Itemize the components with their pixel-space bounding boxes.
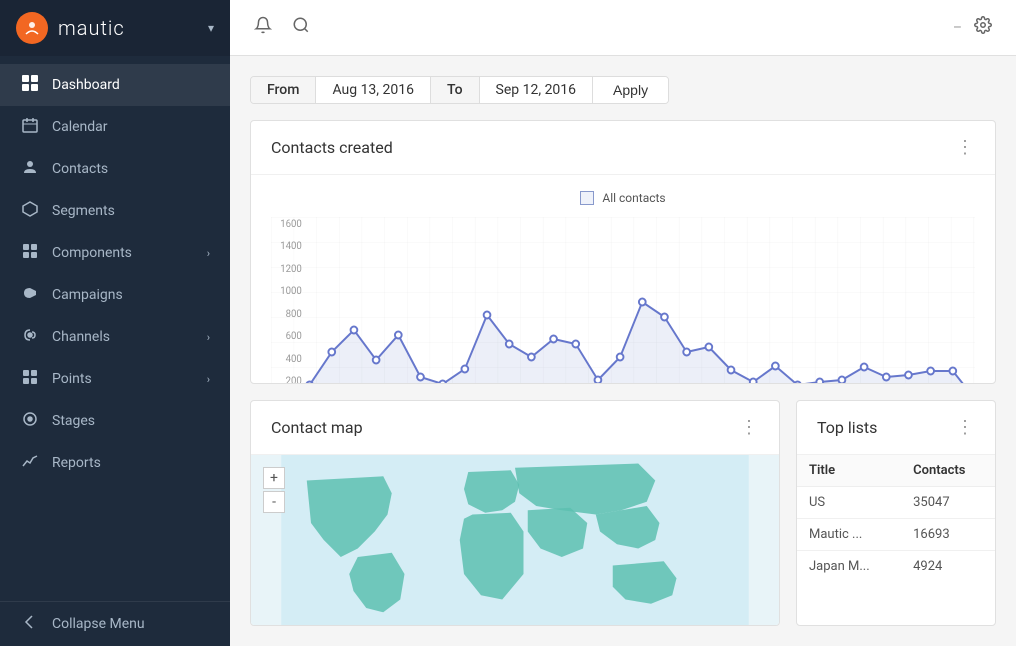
sidebar-item-stages[interactable]: Stages	[0, 400, 230, 442]
contacts-created-menu-icon[interactable]: ⋮	[956, 137, 975, 158]
chart-legend: All contacts	[271, 191, 975, 205]
sidebar-item-reports[interactable]: Reports	[0, 442, 230, 484]
collapse-menu-label: Collapse Menu	[52, 616, 145, 632]
contacts-created-title: Contacts created	[271, 138, 393, 157]
topbar: –	[230, 0, 1016, 56]
col-title-header: Title	[797, 455, 901, 487]
sidebar-item-segments-label: Segments	[52, 203, 115, 219]
row-contacts: 35047	[901, 487, 995, 519]
svg-text:1600: 1600	[280, 219, 302, 230]
row-title: Japan M...	[797, 551, 901, 583]
settings-icon[interactable]	[970, 12, 996, 43]
sidebar-item-channels-label: Channels	[52, 329, 110, 345]
svg-text:1000: 1000	[280, 286, 302, 297]
table-row: US35047	[797, 487, 995, 519]
segments-icon	[20, 201, 40, 221]
sidebar-item-channels[interactable]: Channels ›	[0, 316, 230, 358]
components-arrow-icon: ›	[207, 247, 210, 260]
logo-icon	[16, 12, 48, 44]
brand-name: mautic	[58, 16, 125, 40]
topbar-separator: –	[953, 20, 962, 36]
sidebar-item-dashboard-label: Dashboard	[52, 77, 120, 93]
contacts-created-card: Contacts created ⋮ All contacts	[250, 120, 996, 384]
legend-label: All contacts	[602, 191, 665, 205]
sidebar-item-components[interactable]: Components ›	[0, 232, 230, 274]
collapse-menu-button[interactable]: Collapse Menu	[0, 601, 230, 646]
map-controls: + -	[263, 467, 285, 513]
row-contacts: 4924	[901, 551, 995, 583]
sidebar-item-contacts-label: Contacts	[52, 161, 108, 177]
sidebar-item-calendar-label: Calendar	[52, 119, 108, 135]
sidebar-item-campaigns[interactable]: Campaigns	[0, 274, 230, 316]
calendar-icon	[20, 117, 40, 137]
svg-text:200: 200	[286, 376, 302, 384]
to-label: To	[431, 76, 480, 104]
top-lists-table: Title Contacts US35047Mautic ...16693Jap…	[797, 455, 995, 582]
contact-map-menu-icon[interactable]: ⋮	[740, 417, 759, 438]
sidebar-item-campaigns-label: Campaigns	[52, 287, 123, 303]
sidebar-item-contacts[interactable]: Contacts	[0, 148, 230, 190]
sidebar: mautic ▾ Dashboard Calendar Contacts	[0, 0, 230, 646]
bottom-row: Contact map ⋮ + -	[250, 400, 996, 626]
col-contacts-header: Contacts	[901, 455, 995, 487]
line-chart-svg: 1600 1400 1200 1000 800 600 400 200 0	[271, 217, 975, 384]
sidebar-item-segments[interactable]: Segments	[0, 190, 230, 232]
sidebar-item-points-label: Points	[52, 371, 92, 387]
contact-map-header: Contact map ⋮	[251, 401, 779, 455]
svg-text:1400: 1400	[280, 241, 302, 252]
to-date-value[interactable]: Sep 12, 2016	[480, 76, 594, 104]
topbar-right: –	[953, 12, 996, 43]
row-title: Mautic ...	[797, 519, 901, 551]
top-lists-card: Top lists ⋮ Title Contacts US35047Mautic…	[796, 400, 996, 626]
top-lists-menu-icon[interactable]: ⋮	[956, 417, 975, 438]
channels-arrow-icon: ›	[207, 331, 210, 344]
chart-container: All contacts 1600 1400 1200 1000 80	[251, 175, 995, 384]
from-label: From	[251, 76, 316, 104]
legend-box	[580, 191, 594, 205]
svg-text:800: 800	[286, 309, 302, 320]
components-icon	[20, 243, 40, 263]
sidebar-header: mautic ▾	[0, 0, 230, 56]
map-area: + -	[251, 455, 779, 625]
contact-map-card: Contact map ⋮ + -	[250, 400, 780, 626]
top-lists-header: Top lists ⋮	[797, 401, 995, 455]
points-icon	[20, 369, 40, 389]
reports-icon	[20, 453, 40, 473]
svg-text:1200: 1200	[280, 264, 302, 275]
from-date-value[interactable]: Aug 13, 2016	[316, 76, 431, 104]
channels-icon	[20, 327, 40, 347]
top-lists-title: Top lists	[817, 418, 877, 437]
zoom-in-button[interactable]: +	[263, 467, 285, 489]
sidebar-item-calendar[interactable]: Calendar	[0, 106, 230, 148]
table-row: Mautic ...16693	[797, 519, 995, 551]
contacts-icon	[20, 159, 40, 179]
date-filter-bar: From Aug 13, 2016 To Sep 12, 2016 Apply	[250, 76, 669, 104]
campaigns-icon	[20, 285, 40, 305]
sidebar-chevron-icon[interactable]: ▾	[208, 21, 214, 35]
sidebar-item-components-label: Components	[52, 245, 132, 261]
bell-icon[interactable]	[250, 12, 276, 43]
nav-items: Dashboard Calendar Contacts Segments	[0, 56, 230, 601]
svg-text:600: 600	[286, 331, 302, 342]
page-content: From Aug 13, 2016 To Sep 12, 2016 Apply …	[230, 56, 1016, 646]
stages-icon	[20, 411, 40, 431]
points-arrow-icon: ›	[207, 373, 210, 386]
contacts-created-header: Contacts created ⋮	[251, 121, 995, 175]
search-icon[interactable]	[288, 12, 314, 43]
svg-text:400: 400	[286, 354, 302, 365]
dashboard-icon	[20, 75, 40, 95]
row-contacts: 16693	[901, 519, 995, 551]
sidebar-item-dashboard[interactable]: Dashboard	[0, 64, 230, 106]
table-row: Japan M...4924	[797, 551, 995, 583]
sidebar-item-reports-label: Reports	[52, 455, 101, 471]
zoom-out-button[interactable]: -	[263, 491, 285, 513]
world-map-svg	[251, 455, 779, 625]
contact-map-title: Contact map	[271, 418, 363, 437]
row-title: US	[797, 487, 901, 519]
sidebar-item-stages-label: Stages	[52, 413, 95, 429]
sidebar-item-points[interactable]: Points ›	[0, 358, 230, 400]
collapse-icon	[20, 614, 40, 634]
main-content: – From Aug 13, 2016 To Sep 12, 2016 Appl…	[230, 0, 1016, 646]
apply-button[interactable]: Apply	[593, 76, 668, 104]
